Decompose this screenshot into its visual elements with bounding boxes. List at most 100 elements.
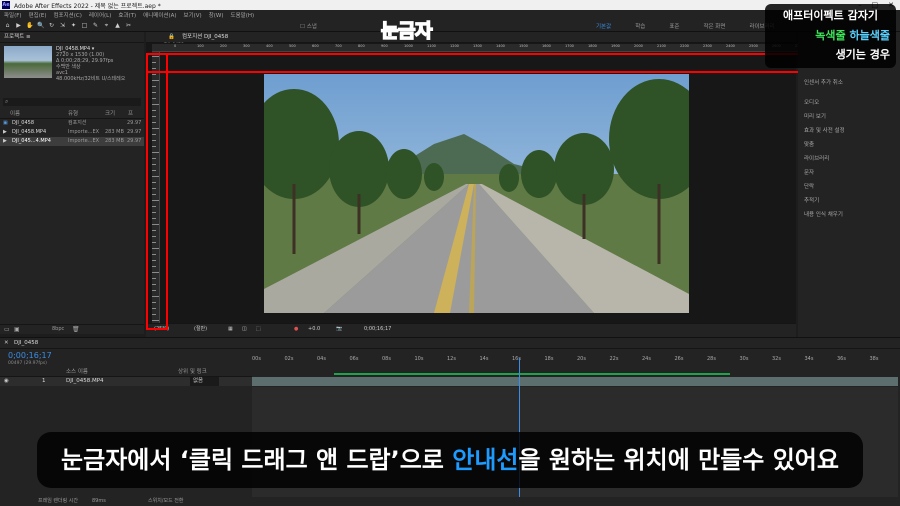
col-fps[interactable]: 프 (128, 110, 133, 119)
bpc-label[interactable]: 8bpc (52, 326, 64, 332)
card-line-3: 생기는 경우 (835, 48, 890, 61)
close-tab-icon[interactable]: ✕ (4, 338, 9, 349)
col-size[interactable]: 크기 (105, 110, 115, 119)
horizontal-ruler[interactable]: 0 100 200 300 400 500 600 700 800 900 1000 1100 1200… (152, 44, 798, 52)
layer-bar[interactable] (252, 377, 898, 386)
work-area-bar[interactable] (334, 373, 730, 375)
snapshot-icon[interactable]: 📷 (336, 324, 342, 335)
composition-icon: ▣ (3, 120, 8, 126)
menu-edit[interactable]: 편집(E) (29, 11, 47, 19)
selection-tool-icon[interactable]: ▶ (15, 22, 22, 29)
time-ruler-label: 24s (642, 356, 651, 362)
trash-icon[interactable]: 🗑 (72, 326, 80, 333)
ruler-tick-label: 400 (266, 44, 273, 48)
workspace-small-screen[interactable]: 작은 화면 (691, 22, 737, 30)
col-type[interactable]: 유형 (68, 110, 78, 119)
mask-icon[interactable]: ◫ (242, 324, 247, 335)
menu-window[interactable]: 창(W) (209, 11, 224, 19)
panel-content-aware-fill[interactable]: 내용 인식 채우기 (804, 210, 843, 218)
current-time[interactable]: 0;00;16;17 (8, 351, 52, 360)
color-channel-icon[interactable]: ● (294, 324, 298, 335)
panel-top-item[interactable]: 인센서 추가 취소 (804, 78, 843, 86)
menu-file[interactable]: 파일(F) (4, 11, 22, 19)
resolution-dropdown[interactable]: (절반) (194, 324, 207, 335)
workspace-learn[interactable]: 학습 (623, 22, 657, 30)
time-ruler-label: 30s (739, 356, 749, 362)
comp-timecode[interactable]: 0;00;16;17 (364, 324, 391, 335)
tab-composition[interactable]: 컴포지션 DJI_0458 (182, 32, 228, 43)
time-ruler-label: 02s (284, 356, 294, 362)
panel-align[interactable]: 맞춤 (804, 140, 814, 148)
workspace-default[interactable]: 기본값 (584, 22, 623, 30)
row-name: DJI_0458 (12, 120, 35, 126)
text-tool-icon[interactable]: ⌖ (103, 22, 110, 29)
anchor-tool-icon[interactable]: ✦ (70, 22, 77, 29)
menu-layer[interactable]: 레이어(L) (89, 11, 112, 19)
panel-effects[interactable]: 효과 및 사전 설정 (804, 126, 845, 134)
col-source-name[interactable]: 소스 이름 (66, 368, 88, 377)
ruler-tick-label: 500 (289, 44, 296, 48)
grid-icon[interactable]: ▦ (228, 324, 233, 335)
panel-preview[interactable]: 미리 보기 (804, 112, 826, 120)
timeline-layer-row[interactable]: ◉ 1 DJI_0458.MP4 없음 (0, 377, 252, 386)
project-search-input[interactable]: ⌕ (3, 98, 141, 106)
ruler-tick-label: 2100 (657, 44, 666, 48)
frame-count: 00497 (29.97fps) (8, 361, 47, 366)
project-row[interactable]: ▶ DJI_0458.MP4 Importe...EX 283 MB 29.97 (0, 128, 144, 137)
home-icon[interactable]: ⌂ (4, 22, 11, 29)
menu-animation[interactable]: 애니메이션(A) (143, 11, 176, 19)
menu-help[interactable]: 도움말(H) (231, 11, 255, 19)
time-ruler-label: 14s (479, 356, 489, 362)
brush-tool-icon[interactable]: ▲ (114, 22, 121, 29)
panel-audio[interactable]: 오디오 (804, 98, 819, 106)
menu-effect[interactable]: 효과(T) (118, 11, 136, 19)
col-parent[interactable]: 상위 및 링크 (178, 368, 207, 377)
layer-columns: 소스 이름 상위 및 링크 (0, 368, 252, 377)
project-columns: 이름 유형 크기 프 (0, 110, 144, 119)
roto-tool-icon[interactable]: ✂ (125, 22, 132, 29)
time-ruler-label: 18s (544, 356, 554, 362)
time-ruler-label: 08s (382, 356, 391, 362)
panel-paragraph[interactable]: 단락 (804, 182, 814, 190)
overlay-title: 눈금자 (380, 19, 433, 43)
panel-character[interactable]: 문자 (804, 168, 814, 176)
after-effects-logo-icon: Ae (2, 1, 10, 9)
ruler-tick-label: 300 (243, 44, 250, 48)
row-type: Importe...EX (68, 138, 100, 144)
timeline-tabs: ✕ DJI_0458 (0, 338, 900, 349)
parent-dropdown[interactable]: 없음 (190, 377, 220, 386)
time-ruler-label: 12s (447, 356, 456, 362)
pen-tool-icon[interactable]: ✎ (92, 22, 99, 29)
time-ruler-label: 36s (837, 356, 846, 362)
new-composition-icon[interactable]: ▣ (14, 326, 20, 333)
zoom-tool-icon[interactable]: 🔍 (37, 22, 44, 29)
right-panel: 인센서 추가 취소 오디오 미리 보기 효과 및 사전 설정 맞춤 라이브러리 … (798, 32, 900, 337)
project-row[interactable]: ▣ DJI_0458 컴포지션 29.97 (0, 119, 144, 128)
rotate-tool-icon[interactable]: ↻ (48, 22, 55, 29)
camera-tool-icon[interactable]: ⇲ (59, 22, 66, 29)
video-frame[interactable] (264, 74, 689, 313)
exposure-value[interactable]: +0.0 (308, 324, 320, 335)
hand-tool-icon[interactable]: ✋ (26, 22, 33, 29)
panel-tracker[interactable]: 추적기 (804, 196, 819, 204)
transparency-icon[interactable]: ⬚ (256, 324, 261, 335)
project-panel-header[interactable]: 프로젝트 ≡ (0, 32, 144, 43)
project-panel: 프로젝트 ≡ DJI_0458.MP4 ▾ 2720 x 1530 (1.00)… (0, 32, 144, 334)
visibility-icon[interactable]: ◉ (4, 377, 9, 386)
footage-thumbnail (4, 46, 52, 78)
project-row[interactable]: ▶ DJI_045...4.MP4 Importe...EX 283 MB 29… (0, 137, 144, 146)
layer-index: 1 (42, 378, 46, 384)
menu-view[interactable]: 보기(V) (184, 11, 202, 19)
shape-tool-icon[interactable]: □ (81, 22, 88, 29)
col-name[interactable]: 이름 (10, 110, 20, 119)
ruler-tick-label: 1600 (542, 44, 551, 48)
toggle-switches-button[interactable]: 스위치/모드 전환 (148, 497, 183, 506)
folder-icon[interactable]: ▭ (4, 326, 10, 333)
ruler-tick-label: 1900 (611, 44, 620, 48)
workspace-standard[interactable]: 표준 (657, 22, 691, 30)
time-ruler[interactable]: 00s 02s 04s 06s 08s 10s 12s 14s 16s 18s 20s 22s 24s 2… (252, 352, 898, 364)
tab-timeline[interactable]: DJI_0458 (14, 338, 38, 349)
menu-composition[interactable]: 컴포지션(C) (53, 11, 81, 19)
snap-checkbox[interactable]: ☐ 스냅 (300, 22, 317, 30)
panel-libraries[interactable]: 라이브러리 (804, 154, 829, 162)
